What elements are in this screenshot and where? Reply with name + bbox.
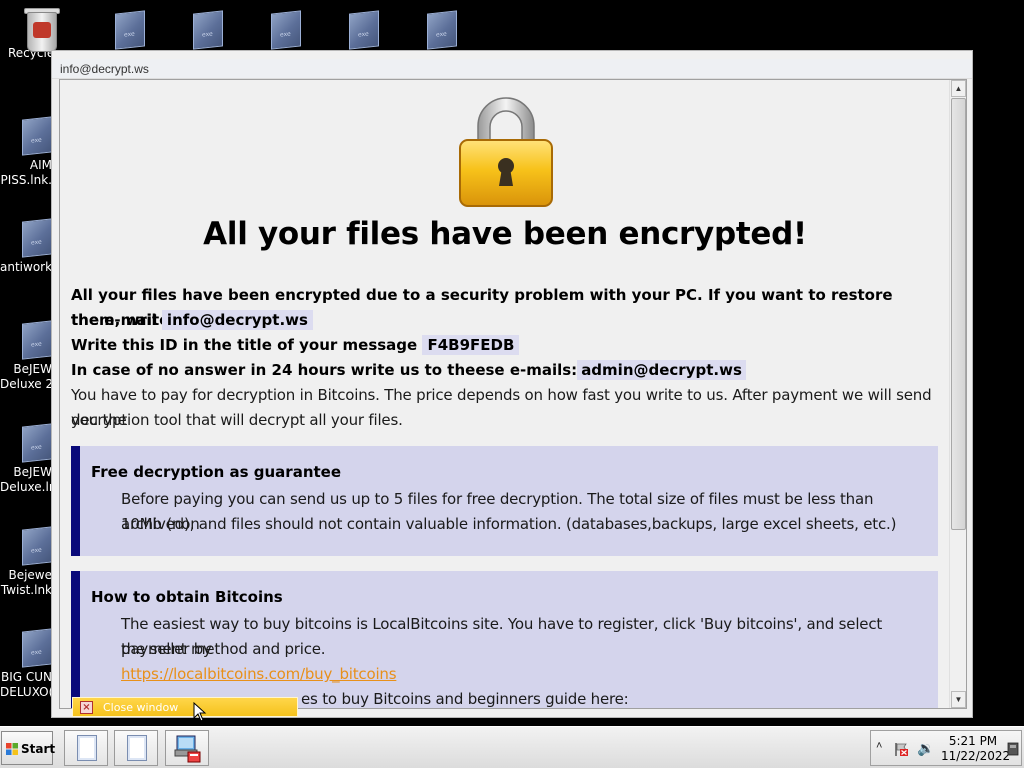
scroll-thumb[interactable]: [951, 98, 966, 530]
desktop-file-icon[interactable]: [256, 10, 316, 52]
desktop-icon-aim[interactable]: AIM PISS.lnk.: [0, 116, 52, 188]
contact-email[interactable]: info@decrypt.ws: [161, 310, 313, 330]
start-button[interactable]: Start: [1, 731, 56, 765]
exe-file-icon: [271, 10, 301, 50]
close-window-label: Close window: [103, 701, 179, 714]
backup-email[interactable]: admin@decrypt.ws: [577, 360, 746, 380]
exe-file-icon: [22, 423, 52, 463]
mouse-cursor-icon: [193, 702, 207, 722]
system-tray: ˄ 🔉 5:21 PM 11/22/2022: [870, 730, 1022, 766]
vertical-scrollbar[interactable]: ▲ ▼: [949, 80, 966, 708]
desktop-file-icon[interactable]: [100, 10, 160, 52]
desktop-icon-label: BIG CUN DELUXO(: [0, 670, 54, 699]
exe-file-icon: [349, 10, 379, 50]
bitcoin-box: How to obtain Bitcoins The easiest way t…: [71, 571, 938, 708]
guarantee-title: Free decryption as guarantee: [91, 463, 342, 481]
page-title: All your files have been encrypted!: [203, 216, 807, 252]
exe-file-icon: [427, 10, 457, 50]
bitcoin-line-2: payment method and price.: [121, 640, 326, 658]
exe-file-icon: [22, 218, 52, 258]
exe-file-icon: [115, 10, 145, 50]
desktop-icon-label: AIM PISS.lnk.: [0, 158, 52, 187]
desktop-icon-bejeweled-twist[interactable]: Bejewe Twist.lnk: [0, 526, 52, 598]
show-hidden-icons-button[interactable]: ˄: [876, 740, 882, 752]
desktop-icon-label: antiwork.: [0, 260, 56, 274]
content-frame: All your files have been encrypted! All …: [59, 79, 967, 709]
guarantee-line-2: archived), and files should not contain …: [121, 515, 897, 533]
taskbar-button-document-2[interactable]: [114, 730, 158, 766]
clock[interactable]: 5:21 PM 11/22/2022: [941, 734, 1011, 764]
recycle-bin-icon: [23, 6, 60, 52]
localbitcoins-link[interactable]: https://localbitcoins.com/buy_bitcoins: [121, 662, 901, 687]
taskbar-button-document-1[interactable]: [64, 730, 108, 766]
desktop-icon-label: BeJEW Deluxe.ln: [0, 465, 57, 494]
scroll-up-button[interactable]: ▲: [951, 80, 966, 97]
exe-file-icon: [193, 10, 223, 50]
desktop-icon-antiwork[interactable]: antiwork.: [0, 218, 56, 275]
desktop-file-icon[interactable]: [412, 10, 472, 52]
intro-line-2: the e-mail info@decrypt.ws: [71, 308, 943, 333]
payment-line-2: decryption tool that will decrypt all yo…: [71, 411, 403, 429]
exe-file-icon: [22, 526, 52, 566]
document-icon: [77, 735, 97, 761]
close-icon: ×: [80, 701, 93, 714]
exe-file-icon: [22, 628, 52, 668]
window-title: info@decrypt.ws: [52, 59, 972, 79]
padlock-icon: [459, 97, 553, 207]
intro-line-3: Write this ID in the title of your messa…: [71, 333, 943, 358]
bitcoin-line-4: es to buy Bitcoins and beginners guide h…: [301, 690, 629, 708]
volume-icon[interactable]: 🔉: [917, 740, 934, 757]
ransom-window: info@decrypt.ws All your files have been…: [51, 50, 973, 718]
intro-line-4: In case of no answer in 24 hours write u…: [71, 358, 943, 383]
action-center-flag-icon[interactable]: [893, 741, 909, 757]
desktop-icon-label: Bejewe Twist.lnk: [0, 568, 52, 597]
show-desktop-icon[interactable]: [1007, 742, 1019, 756]
desktop-icon-big-cun[interactable]: BIG CUN DELUXO(: [0, 628, 54, 700]
email-label: the e-mail: [71, 311, 157, 329]
scroll-down-button[interactable]: ▼: [951, 691, 966, 708]
bitcoin-title: How to obtain Bitcoins: [91, 588, 283, 606]
document-icon: [127, 735, 147, 761]
desktop-file-icon[interactable]: [334, 10, 394, 52]
desktop-file-icon[interactable]: [178, 10, 238, 52]
windows-logo-icon: [6, 743, 18, 755]
id-label: Write this ID in the title of your messa…: [71, 336, 418, 354]
guarantee-box: Free decryption as guarantee Before payi…: [71, 446, 938, 556]
desktop-icon-bejew-deluxe[interactable]: BeJEW Deluxe.ln: [0, 423, 57, 495]
desktop-icon-bejew-deluxe2[interactable]: BeJEW Deluxe 2.: [0, 320, 57, 392]
installer-program-icon: [174, 735, 201, 763]
exe-file-icon: [22, 320, 52, 360]
taskbar: Start ˄ 🔉 5:21 PM 11/22/2022: [0, 726, 1024, 768]
victim-id[interactable]: F4B9FEDB: [422, 335, 520, 355]
clock-date: 11/22/2022: [941, 749, 1011, 763]
close-window-button[interactable]: × Close window: [72, 697, 298, 717]
start-label: Start: [21, 742, 56, 756]
message-content: All your files have been encrypted! All …: [60, 80, 950, 708]
exe-file-icon: [22, 116, 52, 156]
backup-email-label: In case of no answer in 24 hours write u…: [71, 361, 578, 379]
taskbar-button-program[interactable]: [165, 730, 209, 766]
clock-time: 5:21 PM: [948, 734, 998, 748]
desktop-icon-label: BeJEW Deluxe 2.: [0, 362, 57, 391]
